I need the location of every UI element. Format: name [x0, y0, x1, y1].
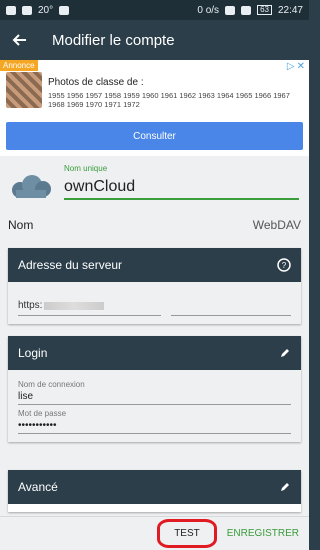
- type-row: Nom WebDAV: [8, 218, 301, 234]
- login-card-title: Login: [18, 346, 48, 360]
- arrow-left-icon: [12, 34, 26, 46]
- ad-choices[interactable]: ▷ ✕: [287, 61, 305, 72]
- ad-title: Photos de classe de :: [48, 77, 144, 88]
- advanced-card-title: Avancé: [18, 480, 58, 494]
- save-button[interactable]: ENREGISTRER: [227, 528, 299, 539]
- signal-icon: [241, 5, 252, 15]
- owncloud-icon: [12, 175, 51, 198]
- server-path-input[interactable]: [171, 296, 291, 316]
- action-bar: TEST ENREGISTRER: [0, 516, 309, 550]
- test-button[interactable]: TEST: [157, 519, 217, 548]
- edit-icon[interactable]: [279, 481, 291, 493]
- image-icon: [22, 5, 32, 15]
- help-icon[interactable]: ?: [277, 258, 291, 272]
- username-label: Nom de connexion: [18, 380, 85, 389]
- type-label: Nom: [8, 218, 34, 232]
- notification-icon: [6, 5, 16, 15]
- ad-years: 1955 1956 1957 1958 1959 1960 1961 1962 …: [48, 91, 290, 109]
- back-button[interactable]: [0, 20, 40, 60]
- server-card-title: Adresse du serveur: [18, 258, 123, 272]
- status-bar: 20° 0 o/s 63 22:47: [0, 0, 309, 20]
- app-bar: Modifier le compte: [0, 20, 309, 60]
- network-speed: 0 o/s: [197, 4, 220, 16]
- server-url-prefix: https:: [18, 300, 43, 311]
- close-icon: ✕: [296, 61, 305, 72]
- unique-name-label: Nom unique: [64, 164, 108, 173]
- type-value: WebDAV: [252, 218, 301, 232]
- cloud-icon: [59, 5, 70, 15]
- battery-icon: 63: [257, 5, 272, 15]
- page-title: Modifier le compte: [52, 31, 175, 49]
- ad-image: [6, 72, 42, 108]
- ad-consult-button[interactable]: Consulter: [6, 122, 303, 150]
- ad-badge: Annonce: [0, 60, 38, 71]
- play-icon: ▷: [286, 61, 295, 72]
- server-card: Adresse du serveur ? https:: [8, 248, 301, 324]
- temperature: 20°: [38, 4, 54, 16]
- unique-name-input[interactable]: ownCloud: [64, 176, 299, 200]
- password-input[interactable]: •••••••••••: [18, 418, 291, 434]
- edit-icon[interactable]: [279, 347, 291, 359]
- ad-banner[interactable]: Annonce ▷ ✕ Photos de classe de : 1955 1…: [0, 60, 309, 156]
- advanced-card-header[interactable]: Avancé: [8, 470, 301, 504]
- advanced-card: Avancé: [8, 470, 301, 512]
- server-url-input[interactable]: https:: [18, 296, 162, 316]
- username-input[interactable]: lise: [18, 389, 291, 405]
- password-label: Mot de passe: [18, 409, 67, 418]
- server-card-header: Adresse du serveur ?: [8, 248, 301, 282]
- wifi-icon: [225, 5, 236, 15]
- login-card-header: Login: [8, 336, 301, 370]
- redacted-url: [44, 301, 105, 310]
- clock: 22:47: [277, 4, 303, 16]
- svg-text:?: ?: [282, 261, 287, 270]
- login-card: Login Nom de connexion lise Mot de passe…: [8, 336, 301, 442]
